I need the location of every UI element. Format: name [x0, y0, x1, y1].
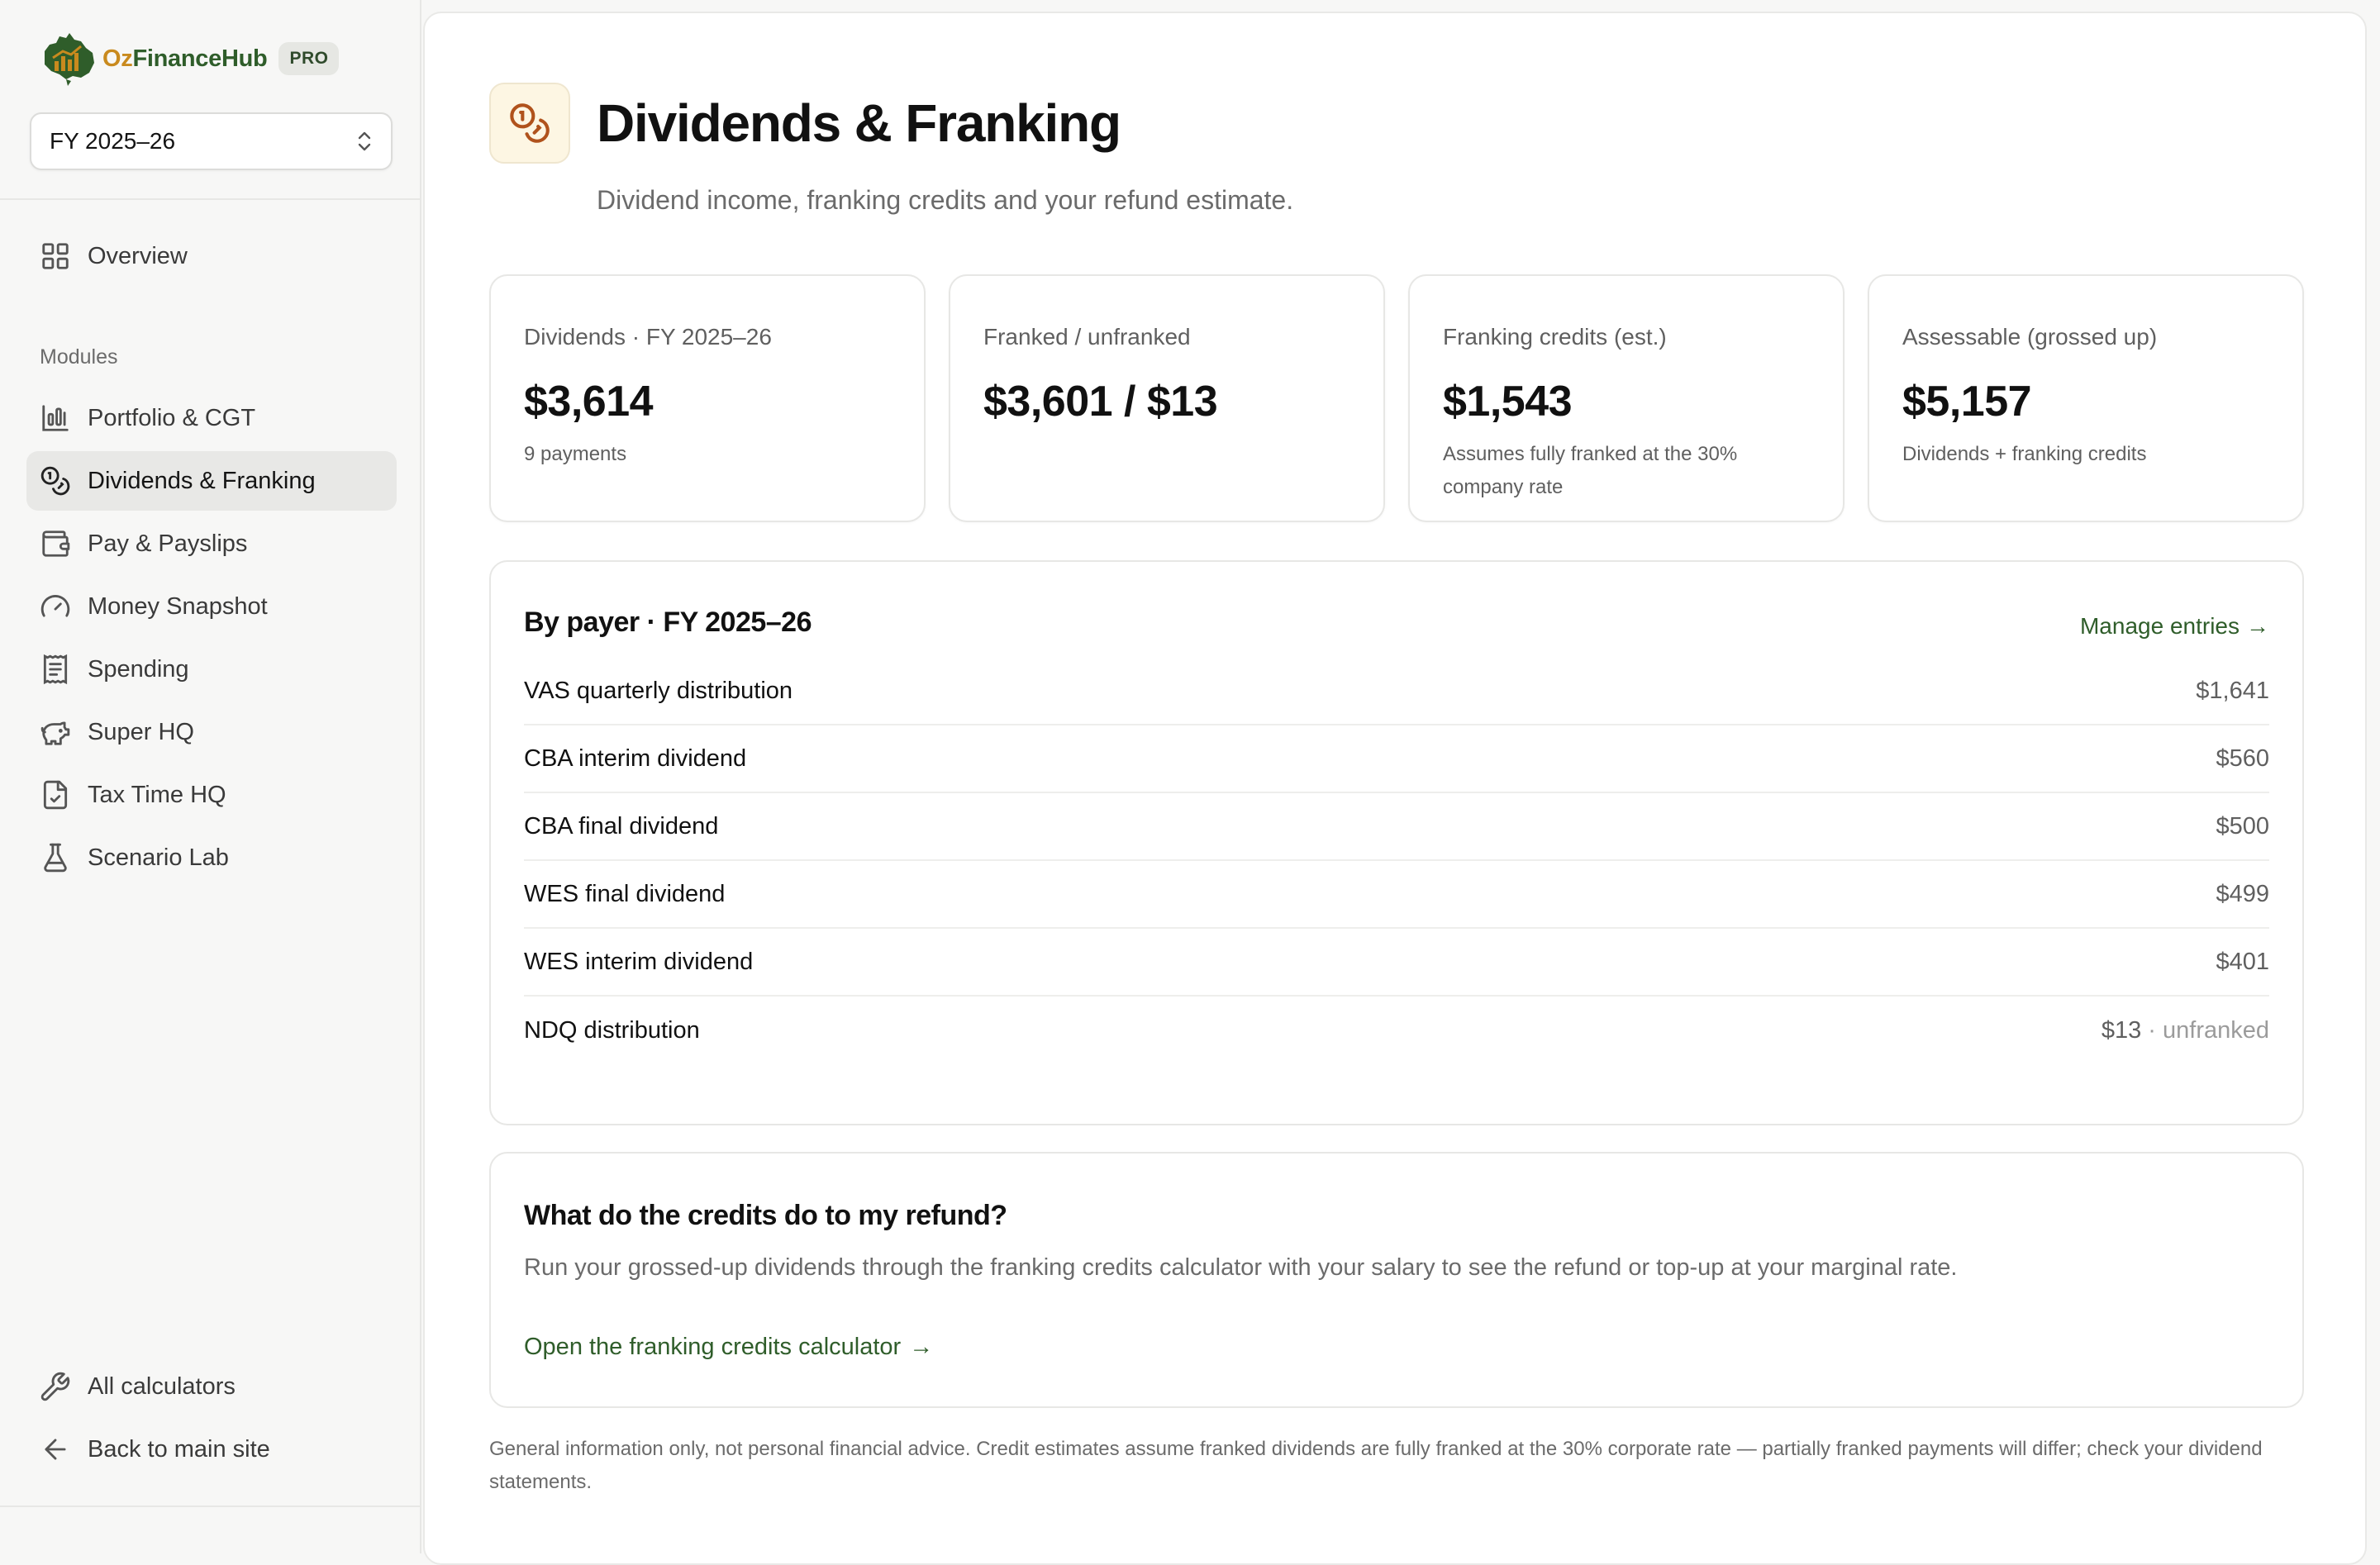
sidebar-item-dividends-franking[interactable]: Dividends & Franking [26, 451, 397, 511]
by-payer-card: By payer · FY 2025–26 Manage entries → V… [489, 560, 2304, 1125]
sidebar-item-label: Overview [88, 242, 188, 269]
unfranked-tag: · unfranked [2148, 1016, 2269, 1044]
stat-card-assessable: Assessable (grossed up) $5,157 Dividends… [1868, 274, 2304, 522]
payer-name: WES interim dividend [524, 948, 754, 975]
sidebar-item-label: Scenario Lab [88, 844, 229, 871]
franking-calculator-label: Open the franking credits calculator [524, 1334, 902, 1360]
sidebar-item-label: Tax Time HQ [88, 781, 226, 808]
page-title: Dividends & Franking [597, 93, 1121, 153]
stat-value: $3,614 [524, 378, 654, 426]
by-payer-title: By payer · FY 2025–26 [524, 606, 812, 638]
sidebar-item-label: Dividends & Franking [88, 467, 316, 494]
brand-name: OzFinanceHub [102, 45, 268, 72]
coins-icon [510, 103, 550, 143]
payer-amount: $401 [2216, 948, 2269, 975]
sidebar-divider [0, 198, 421, 200]
stat-value: $1,543 [1443, 378, 1573, 426]
sidebar-item-portfolio-cgt[interactable]: Portfolio & CGT [26, 388, 397, 448]
page-subtitle: Dividend income, franking credits and yo… [597, 185, 1294, 215]
table-row: WES final dividend $499 [524, 861, 2269, 929]
stat-card-franking-credits: Franking credits (est.) $1,543 Assumes f… [1408, 274, 1844, 522]
manage-entries-label: Manage entries [2079, 613, 2240, 639]
sidebar-item-super-hq[interactable]: Super HQ [26, 702, 397, 762]
brand[interactable]: OzFinanceHub PRO [38, 30, 340, 88]
table-row: NDQ distribution $13 · unfranked [524, 997, 2269, 1064]
australia-logo-icon [45, 33, 94, 86]
sidebar-item-all-calculators[interactable]: All calculators [26, 1357, 397, 1416]
manage-entries-link[interactable]: Manage entries → [2080, 613, 2269, 640]
wallet-icon [42, 530, 70, 557]
stat-note: Assumes fully franked at the 30% company… [1443, 443, 1738, 498]
modules-section-label: Modules [40, 345, 118, 369]
sidebar-item-label: Portfolio & CGT [88, 404, 256, 431]
refund-title: What do the credits do to my refund? [524, 1200, 1007, 1231]
table-row: CBA interim dividend $560 [524, 725, 2269, 793]
sidebar-item-label: Back to main site [88, 1435, 270, 1463]
stat-card-dividends: Dividends · FY 2025–26 $3,614 9 payments [489, 274, 926, 522]
sidebar-item-label: Money Snapshot [88, 592, 268, 620]
bar-chart-icon [42, 405, 69, 431]
gauge-icon [40, 595, 70, 617]
payer-amount: $560 [2216, 744, 2269, 772]
fy-select-value: FY 2025–26 [50, 128, 176, 154]
grid-icon [42, 243, 69, 269]
table-row: WES interim dividend $401 [524, 929, 2269, 997]
main-panel: Dividends & Franking Dividend income, fr… [423, 12, 2367, 1565]
sidebar-item-scenario-lab[interactable]: Scenario Lab [26, 828, 397, 887]
piggy-bank-icon [40, 721, 70, 745]
sidebar-item-label: Spending [88, 655, 189, 683]
sidebar-item-overview[interactable]: Overview [26, 226, 397, 286]
franking-calculator-link[interactable]: Open the franking credits calculator → [524, 1334, 933, 1361]
payer-amount: $13 [2101, 1016, 2142, 1044]
sidebar-divider [0, 1506, 421, 1507]
stat-label: Assessable (grossed up) [1902, 324, 2158, 350]
sidebar-item-back-to-main-site[interactable]: Back to main site [26, 1420, 397, 1479]
wrench-icon [40, 1372, 70, 1401]
payer-amount: $500 [2216, 812, 2269, 840]
chevron-up-down-icon [358, 131, 371, 151]
flask-icon [44, 843, 67, 873]
sidebar-item-label: Pay & Payslips [88, 530, 248, 557]
sidebar-item-pay-payslips[interactable]: Pay & Payslips [26, 514, 397, 573]
stat-value: $5,157 [1902, 378, 2032, 426]
fy-select[interactable]: FY 2025–26 [30, 112, 393, 170]
table-row: VAS quarterly distribution $1,641 [524, 658, 2269, 725]
arrow-right-icon: → [909, 1334, 934, 1360]
stat-value: $3,601 / $13 [983, 378, 1218, 426]
payer-amount: $1,641 [2196, 677, 2269, 704]
table-row: CBA final dividend $500 [524, 793, 2269, 861]
sidebar-item-label: All calculators [88, 1372, 236, 1400]
stat-note: 9 payments [524, 443, 627, 465]
arrow-left-icon [45, 1439, 66, 1460]
page-icon [489, 83, 570, 164]
sidebar-item-tax-time-hq[interactable]: Tax Time HQ [26, 765, 397, 825]
refund-card: What do the credits do to my refund? Run… [489, 1152, 2304, 1408]
sidebar-item-money-snapshot[interactable]: Money Snapshot [26, 577, 397, 636]
receipt-icon [43, 654, 68, 685]
disclaimer: General information only, not personal f… [489, 1438, 2263, 1493]
payer-name: CBA final dividend [524, 812, 719, 840]
payer-name: VAS quarterly distribution [524, 677, 793, 704]
sidebar-item-spending[interactable]: Spending [26, 640, 397, 699]
stat-note: Dividends + franking credits [1902, 443, 2147, 465]
stat-label: Dividends · FY 2025–26 [524, 324, 772, 350]
payer-amount: $499 [2216, 880, 2269, 907]
arrow-right-icon: → [2246, 613, 2269, 639]
payer-name: CBA interim dividend [524, 744, 747, 772]
sidebar: OzFinanceHub PRO FY 2025–26 Overview Mod… [0, 0, 421, 1553]
pro-badge: PRO [278, 42, 340, 75]
sidebar-item-label: Super HQ [88, 718, 194, 745]
coins-icon [40, 466, 70, 496]
stat-label: Franked / unfranked [983, 324, 1191, 350]
stat-card-franked-unfranked: Franked / unfranked $3,601 / $13 [949, 274, 1385, 522]
payer-name: WES final dividend [524, 880, 726, 907]
refund-text: Run your grossed-up dividends through th… [524, 1254, 1958, 1281]
stat-label: Franking credits (est.) [1443, 324, 1667, 350]
payer-name: NDQ distribution [524, 1016, 700, 1044]
file-check-icon [43, 780, 68, 810]
